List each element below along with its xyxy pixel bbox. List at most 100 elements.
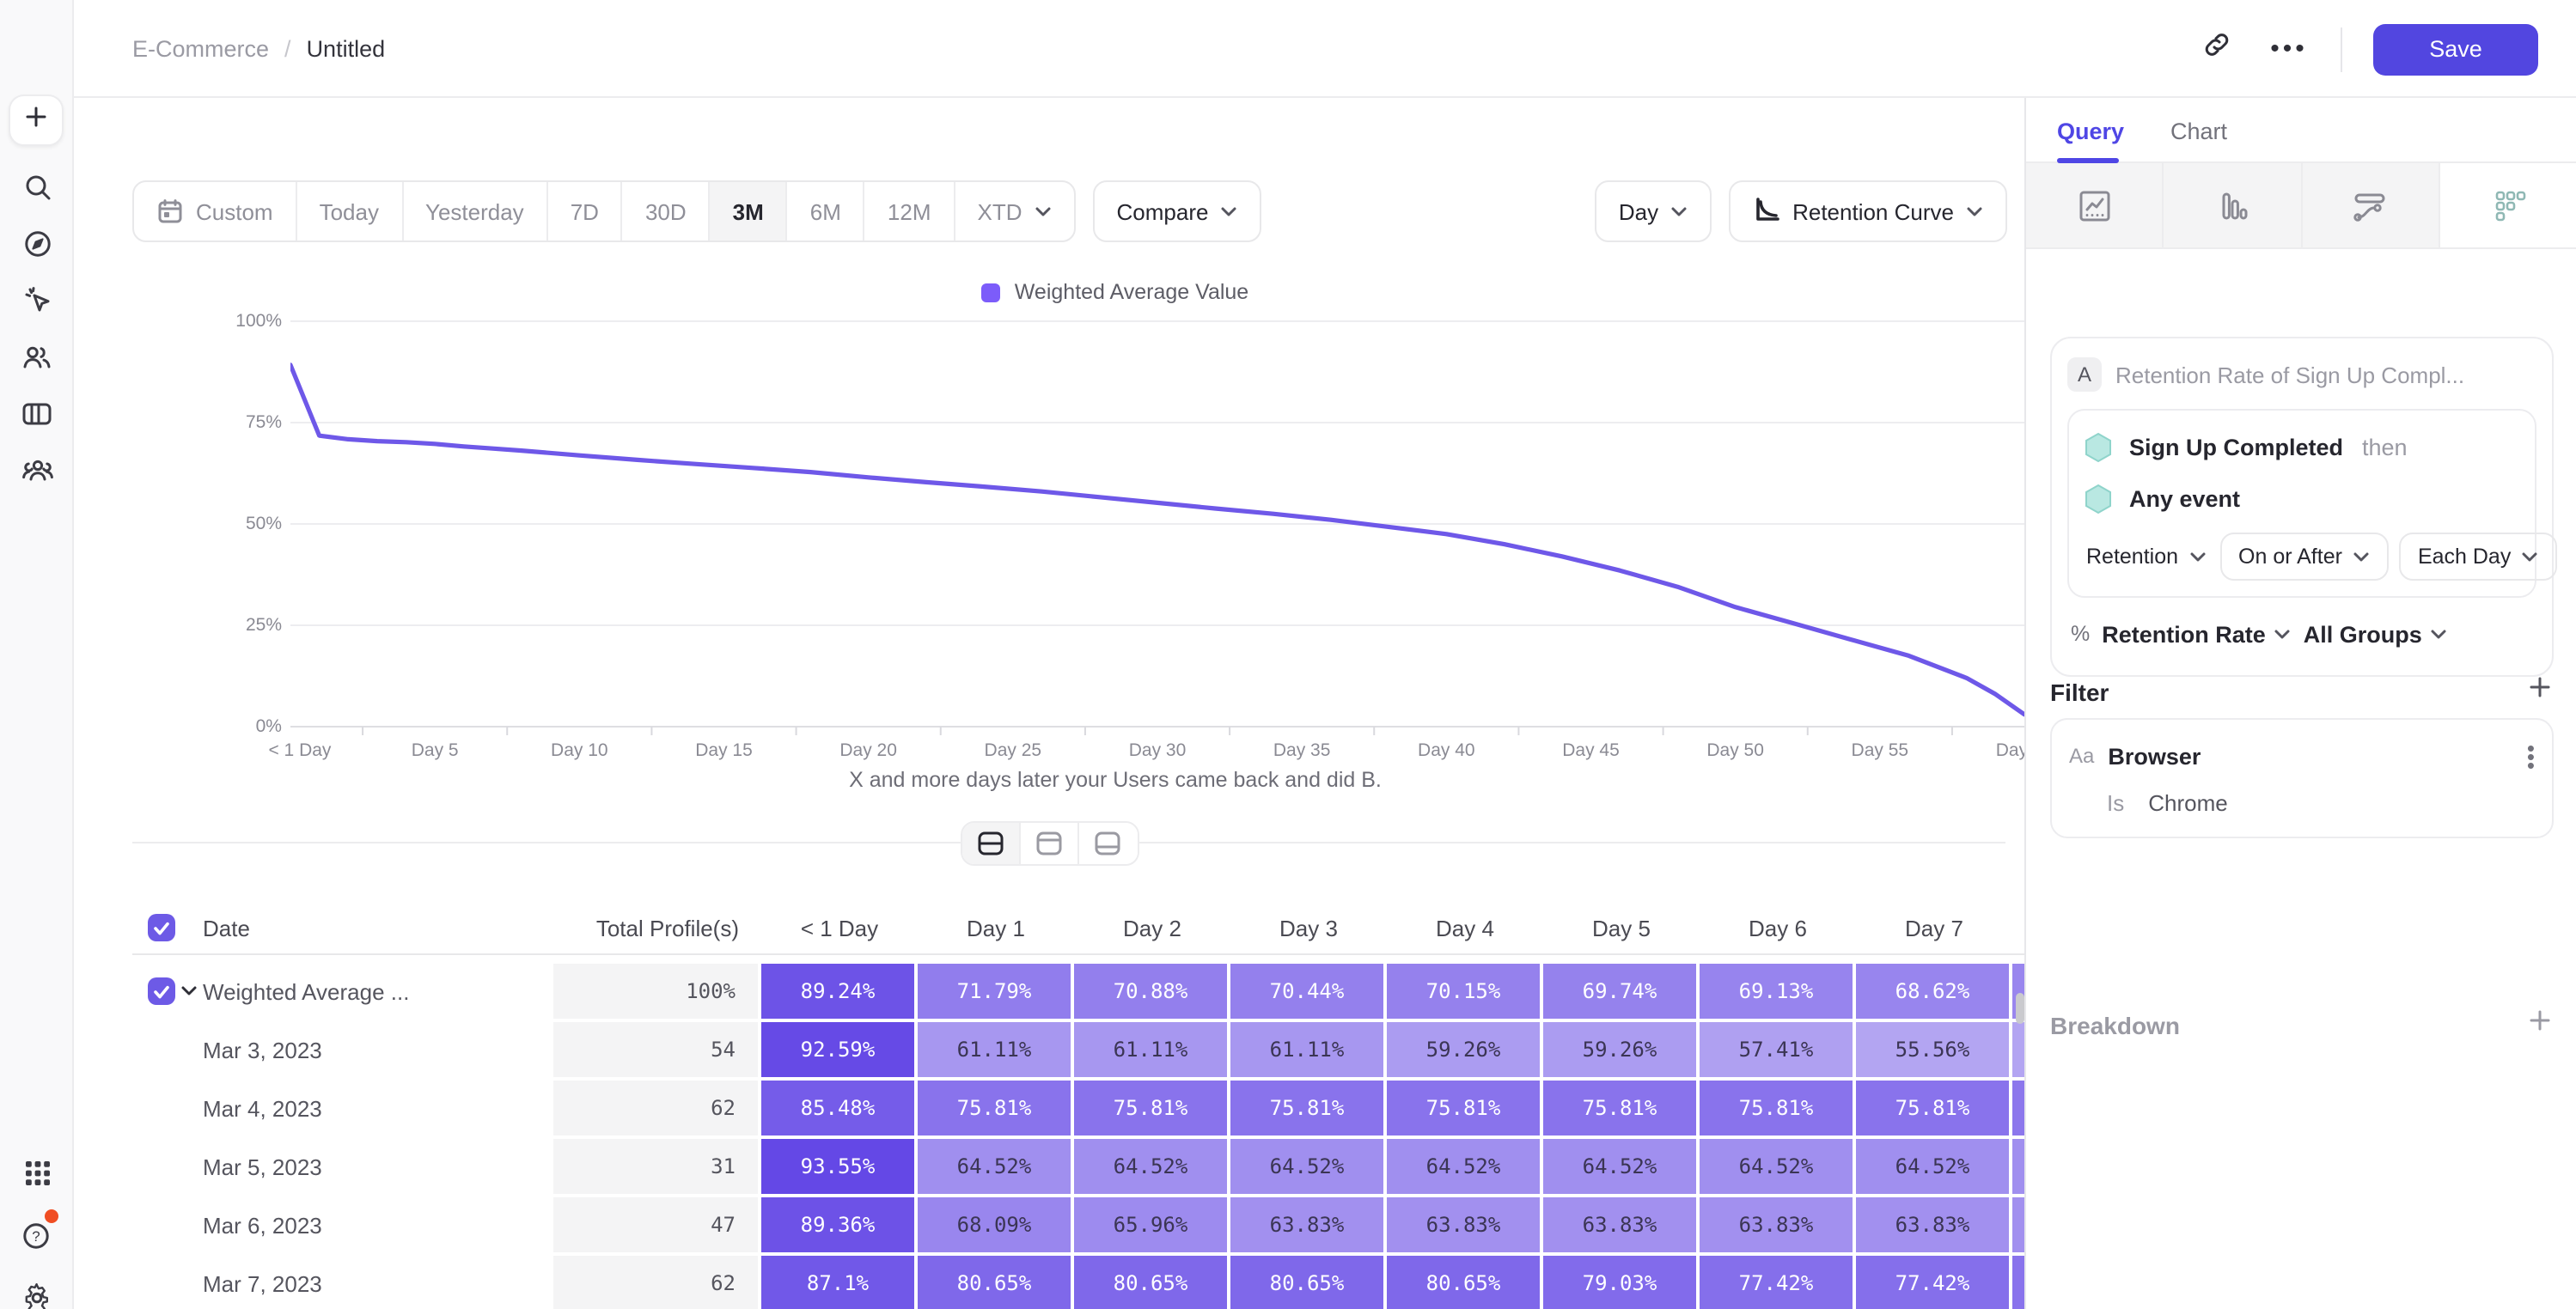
table-row[interactable]: Mar 6, 20234789.36%68.09%65.96%63.83%63.… <box>132 1196 2081 1254</box>
retention-cell[interactable]: 64.52% <box>1230 1139 1383 1194</box>
column-header[interactable]: Total Profile(s) <box>553 902 761 955</box>
retention-cell[interactable]: 61.11% <box>918 1022 1071 1077</box>
column-header[interactable]: Day 7 <box>1856 902 2012 955</box>
create-new-button[interactable] <box>9 94 64 146</box>
retention-cell[interactable]: 59.26% <box>1387 1022 1540 1077</box>
sidebar-item-compass[interactable] <box>0 222 74 266</box>
retention-window-dropdown[interactable]: On or After <box>2219 533 2389 581</box>
view-type-dropdown[interactable]: Retention Curve <box>1729 180 2007 242</box>
retention-cell[interactable]: 71.79% <box>918 964 1071 1019</box>
date-range-xtd[interactable]: XTD <box>955 182 1074 240</box>
chart-type-grid-dots[interactable] <box>2440 163 2576 247</box>
retention-cell[interactable]: 92.59% <box>761 1022 914 1077</box>
table-row[interactable]: Weighted Average ...100%89.24%71.79%70.8… <box>132 962 2081 1020</box>
chart-type-line-chart[interactable] <box>2026 163 2164 247</box>
retention-cell[interactable]: 69.74% <box>1543 964 1696 1019</box>
retention-cell[interactable]: 77.42% <box>1856 1256 2009 1309</box>
add-breakdown-button[interactable] <box>2528 1008 2552 1041</box>
retention-cell[interactable]: 79.03% <box>1543 1256 1696 1309</box>
date-range-7d[interactable]: 7D <box>548 182 623 240</box>
breadcrumb-title[interactable]: Untitled <box>307 36 386 62</box>
date-range-yesterday[interactable]: Yesterday <box>403 182 548 240</box>
retention-cell[interactable]: 75.81% <box>1230 1081 1383 1135</box>
sidebar-item-people-group[interactable] <box>0 448 74 493</box>
panel-tab-chart[interactable]: Chart <box>2170 98 2227 163</box>
retention-cell[interactable]: 75.81% <box>1074 1081 1227 1135</box>
retention-cell[interactable]: 63.83% <box>1856 1197 2009 1252</box>
sidebar-item-magic-cursor[interactable] <box>0 278 74 323</box>
more-options-button[interactable]: ••• <box>2268 28 2310 70</box>
layout-toggle-split-horizontal[interactable] <box>961 823 1020 864</box>
measure-dropdown[interactable]: Retention Rate <box>2102 621 2292 647</box>
retention-cell[interactable]: 75.81% <box>1700 1081 1853 1135</box>
event-step-b[interactable]: Any event <box>2083 472 2521 524</box>
retention-cell[interactable]: 57.41% <box>1700 1022 1853 1077</box>
expand-row-chevron[interactable] <box>180 985 198 997</box>
retention-cell[interactable]: 68.62% <box>1856 964 2009 1019</box>
retention-cell[interactable]: 75.81% <box>1543 1081 1696 1135</box>
date-range-12m[interactable]: 12M <box>865 182 955 240</box>
retention-cell[interactable]: 63.83% <box>1700 1197 1853 1252</box>
retention-cell[interactable]: 75.81% <box>1387 1081 1540 1135</box>
retention-cell[interactable]: 55.56% <box>1856 1022 2009 1077</box>
column-header[interactable]: Day 6 <box>1700 902 1856 955</box>
chart-type-flow-chart[interactable] <box>2302 163 2440 247</box>
retention-cell[interactable]: 93.55% <box>761 1139 914 1194</box>
table-scrollbar-thumb[interactable] <box>2016 993 2024 1024</box>
retention-cell[interactable]: 80.65% <box>1074 1256 1227 1309</box>
save-button[interactable]: Save <box>2373 23 2538 75</box>
row-checkbox[interactable] <box>148 977 175 1005</box>
event-step-a[interactable]: Sign Up Completed then <box>2083 421 2521 472</box>
sidebar-item-users[interactable] <box>0 335 74 380</box>
retention-cell[interactable]: 64.52% <box>1387 1139 1540 1194</box>
retention-cell[interactable]: 63.83% <box>1387 1197 1540 1252</box>
table-row[interactable]: Mar 4, 20236285.48%75.81%75.81%75.81%75.… <box>132 1079 2081 1137</box>
column-header[interactable]: < 1 Day <box>761 902 918 955</box>
chart-type-bar-chart[interactable] <box>2164 163 2303 247</box>
table-row[interactable]: Mar 7, 20236287.1%80.65%80.65%80.65%80.6… <box>132 1254 2081 1309</box>
column-header[interactable]: Day 1 <box>918 902 1074 955</box>
retention-cell[interactable]: 77.42% <box>1700 1256 1853 1309</box>
retention-bucket-dropdown[interactable]: Each Day <box>2399 533 2557 581</box>
table-row[interactable]: Mar 5, 20233193.55%64.52%64.52%64.52%64.… <box>132 1137 2081 1196</box>
share-link-button[interactable] <box>2196 28 2237 70</box>
table-row[interactable]: Mar 3, 20235492.59%61.11%61.11%61.11%59.… <box>132 1020 2081 1079</box>
query-name[interactable]: Retention Rate of Sign Up Compl... <box>2115 362 2464 387</box>
retention-cell[interactable]: 80.65% <box>1230 1256 1383 1309</box>
date-range-3m[interactable]: 3M <box>711 182 788 240</box>
retention-cell[interactable]: 63.83% <box>1543 1197 1696 1252</box>
column-header[interactable]: Date <box>203 902 250 955</box>
retention-cell[interactable]: 64.52% <box>918 1139 1071 1194</box>
retention-cell[interactable]: 65.96% <box>1074 1197 1227 1252</box>
sidebar-item-board[interactable] <box>0 392 74 436</box>
retention-cell[interactable]: 89.36% <box>761 1197 914 1252</box>
retention-cell[interactable]: 80.65% <box>1387 1256 1540 1309</box>
retention-cell[interactable]: 63.83% <box>1230 1197 1383 1252</box>
row-checkbox[interactable] <box>148 914 175 941</box>
retention-cell[interactable]: 80.65% <box>918 1256 1071 1309</box>
retention-cell[interactable]: 87.1% <box>761 1256 914 1309</box>
retention-cell[interactable]: 75.81% <box>1856 1081 2009 1135</box>
compare-button[interactable]: Compare <box>1093 180 1262 242</box>
date-range-30d[interactable]: 30D <box>623 182 711 240</box>
retention-cell[interactable]: 64.52% <box>1074 1139 1227 1194</box>
retention-mode-dropdown[interactable]: Retention <box>2083 545 2209 569</box>
sidebar-item-settings[interactable] <box>0 1275 74 1309</box>
chart-legend[interactable]: Weighted Average Value <box>206 280 2024 304</box>
retention-cell[interactable]: 69.13% <box>1700 964 1853 1019</box>
column-header[interactable]: Day 2 <box>1074 902 1230 955</box>
retention-cell[interactable]: 75.81% <box>918 1081 1071 1135</box>
granularity-dropdown[interactable]: Day <box>1595 180 1712 242</box>
filter-kebab-menu[interactable]: ••• <box>2527 743 2535 769</box>
panel-tab-query[interactable]: Query <box>2057 98 2124 163</box>
retention-cell[interactable]: 68.09% <box>918 1197 1071 1252</box>
layout-toggle-panel-top[interactable] <box>1020 823 1078 864</box>
groups-dropdown[interactable]: All Groups <box>2304 621 2448 647</box>
breadcrumb-workspace[interactable]: E-Commerce <box>132 36 269 62</box>
retention-cell[interactable]: 59.26% <box>1543 1022 1696 1077</box>
date-range-today[interactable]: Today <box>297 182 403 240</box>
filter-card[interactable]: Aa Browser ••• Is Chrome <box>2050 718 2554 838</box>
date-range-custom[interactable]: Custom <box>134 182 297 240</box>
sidebar-item-search[interactable] <box>0 165 74 210</box>
retention-cell[interactable]: 64.52% <box>1700 1139 1853 1194</box>
